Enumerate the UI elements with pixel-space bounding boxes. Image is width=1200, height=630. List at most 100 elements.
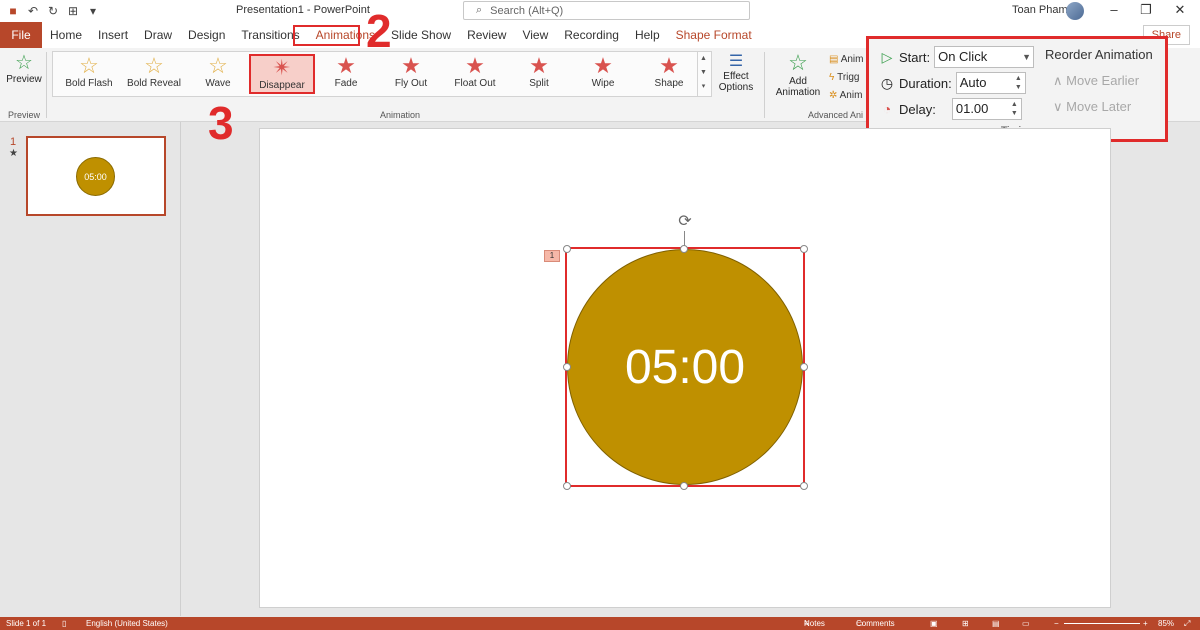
zoom-slider[interactable] — [1064, 623, 1140, 624]
rotate-handle-icon[interactable]: ⟳ — [676, 213, 694, 231]
clock-icon: ◷ — [880, 75, 894, 91]
resize-handle[interactable] — [680, 245, 688, 253]
tab-draw[interactable]: Draw — [136, 22, 180, 48]
animation-shape[interactable]: ★ Shape — [647, 54, 691, 94]
tab-home[interactable]: Home — [42, 22, 90, 48]
restore-icon[interactable]: ❐ — [1136, 2, 1156, 18]
chevron-up-icon: ∧ — [1053, 73, 1063, 88]
slide-sorter-icon[interactable]: ⊞ — [962, 617, 969, 630]
add-animation-button[interactable]: ☆ Add Animation — [770, 50, 826, 98]
resize-handle[interactable] — [800, 363, 808, 371]
chevron-down-icon[interactable]: ▼ — [698, 66, 709, 80]
animation-label: Bold Flash — [65, 78, 113, 89]
resize-handle[interactable] — [680, 482, 688, 490]
effect-options-icon: ☰ — [728, 53, 744, 70]
fit-slide-icon[interactable]: ⤢ — [1184, 617, 1190, 630]
resize-handle[interactable] — [563, 482, 571, 490]
add-animation-icon: ☆ — [788, 50, 808, 75]
animation-pane-button[interactable]: ▤ Anim — [829, 54, 863, 65]
shape-star-icon: ★ — [659, 53, 679, 78]
search-input[interactable]: ⌕ Search (Alt+Q) — [463, 1, 750, 20]
chevron-down-icon: ▼ — [1022, 52, 1032, 62]
language-label[interactable]: English (United States) — [86, 617, 168, 630]
tab-recording[interactable]: Recording — [556, 22, 627, 48]
zoom-level[interactable]: 85% — [1158, 617, 1174, 630]
animation-label: Wave — [205, 78, 231, 89]
redo-icon[interactable]: ↻ — [46, 4, 60, 18]
disappear-star-icon: ✴ — [272, 55, 292, 80]
tab-help[interactable]: Help — [627, 22, 668, 48]
add-animation-label-1: Add — [789, 76, 807, 87]
accessibility-icon[interactable]: ▯ — [62, 617, 66, 630]
minimize-icon[interactable]: – — [1104, 2, 1124, 17]
tab-design[interactable]: Design — [180, 22, 233, 48]
animation-order-tag[interactable]: 1 — [544, 250, 560, 262]
move-earlier-button[interactable]: ∧ Move Earlier — [1053, 73, 1139, 89]
resize-handle[interactable] — [563, 245, 571, 253]
tab-file[interactable]: File — [0, 22, 42, 48]
save-icon[interactable]: ■ — [6, 4, 20, 18]
resize-handle[interactable] — [800, 245, 808, 253]
move-later-button[interactable]: ∨ Move Later — [1053, 99, 1131, 115]
adv-label: Anim — [840, 54, 864, 65]
move-later-label: Move Later — [1066, 99, 1132, 114]
animation-fade[interactable]: ★ Fade — [325, 54, 367, 94]
delay-stepper[interactable]: 01.00 ▲ ▼ — [951, 98, 1022, 120]
undo-icon[interactable]: ↶ — [26, 4, 40, 18]
normal-view-icon[interactable]: ▣ — [930, 617, 938, 630]
animation-float-out[interactable]: ★ Float Out — [451, 54, 499, 94]
tab-slide-show[interactable]: Slide Show — [383, 22, 459, 48]
adv-label: Trigg — [837, 72, 860, 83]
resize-handle[interactable] — [800, 482, 808, 490]
delay-value: 01.00 — [955, 101, 989, 116]
user-name[interactable]: Toan Pham — [1012, 4, 1068, 16]
animation-fly-out[interactable]: ★ Fly Out — [387, 54, 435, 94]
slide-thumbnail[interactable]: 05:00 — [26, 136, 166, 216]
animation-wipe[interactable]: ★ Wipe — [581, 54, 625, 94]
tab-review[interactable]: Review — [459, 22, 514, 48]
trigger-button[interactable]: ϟ Trigg — [829, 72, 860, 83]
customize-qat-icon[interactable]: ▾ — [86, 4, 100, 18]
preview-button[interactable]: ☆ Preview — [6, 52, 42, 85]
start-dropdown[interactable]: On Click ▼ — [934, 46, 1035, 68]
animation-label: Bold Reveal — [127, 78, 181, 89]
more-icon[interactable]: ▾ — [698, 80, 709, 94]
document-title: Presentation1 - PowerPoint — [236, 4, 370, 16]
wave-star-icon: ☆ — [208, 53, 228, 78]
stepper-arrows-icon[interactable]: ▲ ▼ — [1011, 100, 1018, 118]
painter-icon: ✲ — [829, 90, 838, 101]
animation-bold-reveal[interactable]: ☆ Bold Reveal — [125, 54, 183, 94]
tab-view[interactable]: View — [514, 22, 556, 48]
close-icon[interactable]: ✕ — [1170, 2, 1190, 18]
animation-wave[interactable]: ☆ Wave — [193, 54, 243, 94]
reading-view-icon[interactable]: ▤ — [992, 617, 1000, 630]
tab-insert[interactable]: Insert — [90, 22, 136, 48]
animation-disappear[interactable]: ✴ Disappear — [249, 54, 315, 94]
fly-out-star-icon: ★ — [401, 53, 421, 78]
wipe-star-icon: ★ — [593, 53, 613, 78]
tab-shape-format[interactable]: Shape Format — [668, 22, 760, 48]
effect-options-button[interactable]: ☰ Effect Options — [716, 51, 756, 93]
animation-painter-button[interactable]: ✲ Anim — [829, 90, 862, 101]
zoom-in-icon[interactable]: + — [1143, 617, 1148, 630]
status-bar: Slide 1 of 1 ▯ English (United States) ≡… — [0, 617, 1200, 630]
animation-label: Shape — [654, 78, 684, 89]
start-value: On Click — [938, 49, 988, 64]
effect-options-label-2: Options — [718, 82, 754, 93]
slideshow-view-icon[interactable]: ▭ — [1022, 617, 1030, 630]
stepper-arrows-icon[interactable]: ▲ ▼ — [1015, 74, 1022, 92]
animation-label: Split — [529, 78, 549, 89]
slides-pane: 1 ★ 05:00 — [0, 122, 181, 616]
thumbnail-timer-circle: 05:00 — [76, 157, 115, 196]
chevron-up-icon[interactable]: ▲ — [698, 52, 709, 66]
slide-info: Slide 1 of 1 — [6, 619, 47, 628]
gallery-scrollbar[interactable]: ▲ ▼ ▾ — [697, 52, 709, 96]
animation-split[interactable]: ★ Split — [519, 54, 559, 94]
resize-handle[interactable] — [563, 363, 571, 371]
thumbnail-timer-text: 05:00 — [84, 171, 107, 182]
animation-bold-flash[interactable]: ☆ Bold Flash — [61, 54, 117, 94]
avatar[interactable] — [1066, 2, 1084, 20]
present-icon[interactable]: ⊞ — [66, 4, 80, 18]
duration-stepper[interactable]: Auto ▲ ▼ — [955, 72, 1026, 94]
zoom-out-icon[interactable]: − — [1054, 617, 1059, 630]
